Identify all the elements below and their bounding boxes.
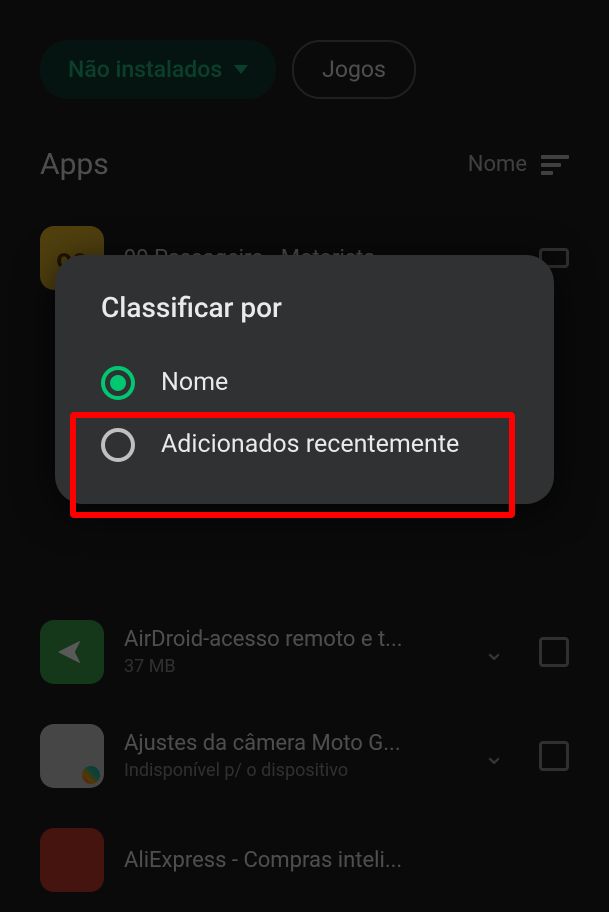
sort-control[interactable]: Nome [468, 152, 569, 177]
radio-option-name[interactable]: Nome [91, 352, 518, 414]
sort-icon [541, 155, 569, 175]
app-title: Ajustes da câmera Moto G... [124, 731, 463, 756]
checkbox[interactable] [539, 741, 569, 771]
app-title: AirDroid-acesso remoto e t... [124, 627, 463, 652]
sort-dialog: Classificar por Nome Adicionados recente… [55, 255, 554, 504]
radio-label: Adicionados recentemente [161, 429, 459, 462]
app-title: AliExpress - Compras inteli... [124, 848, 569, 873]
app-info: AirDroid-acesso remoto e t... 37 MB [124, 627, 463, 677]
radio-option-recently-added[interactable]: Adicionados recentemente [91, 414, 518, 476]
radio-unselected-icon [101, 428, 135, 462]
app-icon [40, 724, 104, 788]
filter-chip-games[interactable]: Jogos [292, 40, 416, 99]
filter-chip-label: Jogos [322, 56, 386, 83]
dialog-title: Classificar por [91, 291, 518, 324]
dropdown-icon [234, 65, 248, 74]
checkbox[interactable] [539, 637, 569, 667]
app-icon [40, 620, 104, 684]
filter-row: Não instalados Jogos [0, 0, 609, 123]
list-item[interactable]: AirDroid-acesso remoto e t... 37 MB ⌄ [30, 600, 579, 704]
radio-selected-icon [101, 366, 135, 400]
app-subtitle: Indisponível p/ o dispositivo [124, 760, 463, 781]
app-info: Ajustes da câmera Moto G... Indisponível… [124, 731, 463, 781]
app-subtitle: 37 MB [124, 656, 463, 677]
chevron-down-icon[interactable]: ⌄ [483, 741, 505, 771]
filter-chip-not-installed[interactable]: Não instalados [40, 40, 276, 99]
list-item[interactable]: AliExpress - Compras inteli... [30, 808, 579, 912]
sort-label: Nome [468, 152, 527, 177]
section-title: Apps [40, 147, 109, 182]
list-item[interactable]: Ajustes da câmera Moto G... Indisponível… [30, 704, 579, 808]
chevron-down-icon[interactable]: ⌄ [483, 637, 505, 667]
filter-chip-label: Não instalados [68, 56, 222, 83]
radio-label: Nome [161, 367, 228, 400]
app-info: AliExpress - Compras inteli... [124, 848, 569, 873]
app-icon [40, 828, 104, 892]
section-header: Apps Nome [0, 123, 609, 206]
